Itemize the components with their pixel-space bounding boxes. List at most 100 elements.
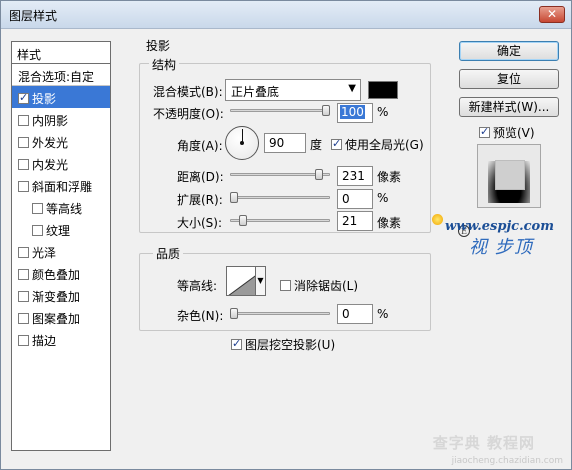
style-list-item[interactable]: 纹理 [12, 218, 110, 240]
opacity-input[interactable]: 100 [337, 103, 373, 123]
global-light-checkbox[interactable]: 使用全局光(G) [331, 136, 424, 153]
style-list-item[interactable]: 投影 [12, 86, 110, 108]
preview-label: 预览(V) [493, 126, 535, 140]
style-enable-checkbox[interactable] [32, 225, 43, 236]
style-list-item[interactable]: 描边 [12, 328, 110, 350]
noise-input[interactable]: 0 [337, 304, 373, 324]
quality-title: 品质 [153, 245, 184, 262]
style-list-item[interactable]: 内阴影 [12, 108, 110, 130]
style-list-item-label: 混合选项:自定 [18, 70, 95, 84]
contour-dropdown[interactable]: ▼ [255, 266, 266, 296]
title-bar[interactable]: 图层样式 ✕ [1, 1, 571, 29]
spread-label: 扩展(R): [177, 193, 223, 207]
style-list-item[interactable]: 图案叠加 [12, 306, 110, 328]
structure-title: 结构 [149, 56, 180, 73]
preview-checkbox[interactable]: 预览(V) [479, 124, 535, 141]
angle-unit: 度 [310, 138, 323, 152]
style-list-item-label: 光泽 [32, 246, 57, 260]
opacity-value: 100 [340, 105, 365, 119]
antialias-checkbox[interactable]: 消除锯齿(L) [280, 277, 358, 294]
style-enable-checkbox[interactable] [18, 159, 29, 170]
spread-slider-thumb[interactable] [230, 192, 238, 203]
style-list-item-label: 内发光 [32, 158, 69, 172]
noise-slider-thumb[interactable] [230, 308, 238, 319]
watermark-brand: 视 步顶 [469, 237, 533, 258]
style-enable-checkbox[interactable] [18, 269, 29, 280]
contour-label: 等高线: [177, 279, 218, 293]
opacity-slider-thumb[interactable] [322, 105, 330, 116]
knockout-label: 图层挖空投影(U) [245, 338, 336, 352]
style-list-item[interactable]: 渐变叠加 [12, 284, 110, 306]
angle-label: 角度(A): [177, 139, 223, 153]
style-list-item-label: 描边 [32, 334, 57, 348]
close-button[interactable]: ✕ [539, 6, 565, 23]
distance-unit: 像素 [377, 170, 402, 184]
style-enable-checkbox[interactable] [18, 137, 29, 148]
new-style-button[interactable]: 新建样式(W)... [459, 97, 559, 117]
knockout-check[interactable] [231, 337, 242, 350]
layer-style-dialog: 图层样式 ✕ 样式 混合选项:自定投影内阴影外发光内发光斜面和浮雕等高线纹理光泽… [0, 0, 572, 470]
style-list-header: 样式 [12, 42, 110, 64]
style-list-item-label: 等高线 [46, 202, 83, 216]
angle-dial-center [240, 141, 244, 145]
ok-button[interactable]: 确定 [459, 41, 559, 61]
angle-dial[interactable] [225, 126, 259, 160]
style-enable-checkbox[interactable] [18, 115, 29, 126]
style-list-item[interactable]: 混合选项:自定 [12, 64, 110, 86]
spread-unit: % [377, 191, 389, 205]
opacity-label: 不透明度(O): [153, 107, 224, 121]
style-enable-checkbox[interactable] [18, 181, 29, 192]
distance-label: 距离(D): [177, 170, 224, 184]
style-enable-checkbox[interactable] [18, 247, 29, 258]
spread-slider[interactable] [230, 196, 330, 199]
spread-input[interactable]: 0 [337, 189, 373, 209]
size-slider-thumb[interactable] [239, 215, 248, 226]
style-list-item-label: 投影 [32, 92, 57, 106]
style-enable-checkbox[interactable] [32, 203, 43, 214]
style-enable-checkbox[interactable] [18, 313, 29, 324]
style-enable-checkbox[interactable] [18, 291, 29, 302]
global-light-check[interactable] [331, 137, 342, 150]
noise-label: 杂色(N): [177, 309, 224, 323]
preview-square [495, 160, 525, 190]
style-list-item-label: 斜面和浮雕 [32, 180, 93, 194]
noise-slider[interactable] [230, 312, 330, 315]
preview-check[interactable] [479, 125, 490, 138]
style-list-item[interactable]: 颜色叠加 [12, 262, 110, 284]
style-list: 样式 混合选项:自定投影内阴影外发光内发光斜面和浮雕等高线纹理光泽颜色叠加渐变叠… [11, 41, 111, 451]
antialias-check[interactable] [280, 280, 291, 291]
chevron-down-icon: ▼ [348, 83, 356, 94]
style-list-item[interactable]: 外发光 [12, 130, 110, 152]
style-enable-checkbox[interactable] [18, 335, 29, 346]
watermark-site-sub: jiaocheng.chazidian.com [451, 456, 563, 466]
blend-mode-label: 混合模式(B): [153, 85, 223, 99]
style-list-item-label: 外发光 [32, 136, 69, 150]
style-list-item[interactable]: 内发光 [12, 152, 110, 174]
reset-button[interactable]: 复位 [459, 69, 559, 89]
antialias-label: 消除锯齿(L) [294, 279, 359, 293]
style-list-item-label: 图案叠加 [32, 312, 81, 326]
angle-input[interactable]: 90 [264, 133, 306, 153]
style-list-item[interactable]: 等高线 [12, 196, 110, 218]
opacity-slider[interactable] [230, 109, 330, 112]
noise-unit: % [377, 307, 389, 321]
distance-slider-thumb[interactable] [314, 169, 323, 180]
drop-shadow-title: 投影 [143, 37, 174, 54]
style-list-item[interactable]: 斜面和浮雕 [12, 174, 110, 196]
style-list-item[interactable]: 光泽 [12, 240, 110, 262]
knockout-checkbox[interactable]: 图层挖空投影(U) [231, 336, 335, 353]
blend-mode-value: 正片叠底 [231, 85, 280, 99]
style-list-item-label: 纹理 [46, 224, 71, 238]
style-list-item-label: 渐变叠加 [32, 290, 81, 304]
shadow-color-swatch[interactable] [368, 81, 398, 99]
global-light-label: 使用全局光(G) [345, 138, 424, 152]
style-list-item-label: 内阴影 [32, 114, 69, 128]
window-title: 图层样式 [9, 9, 58, 23]
style-list-item-label: 颜色叠加 [32, 268, 81, 282]
distance-input[interactable]: 231 [337, 166, 373, 186]
style-enable-checkbox[interactable] [18, 91, 29, 104]
watermark-site: 查字典 教程网 [432, 434, 535, 452]
lightbulb-icon [432, 214, 443, 225]
size-input[interactable]: 21 [337, 211, 373, 231]
blend-mode-select[interactable]: 正片叠底 ▼ [225, 79, 361, 101]
